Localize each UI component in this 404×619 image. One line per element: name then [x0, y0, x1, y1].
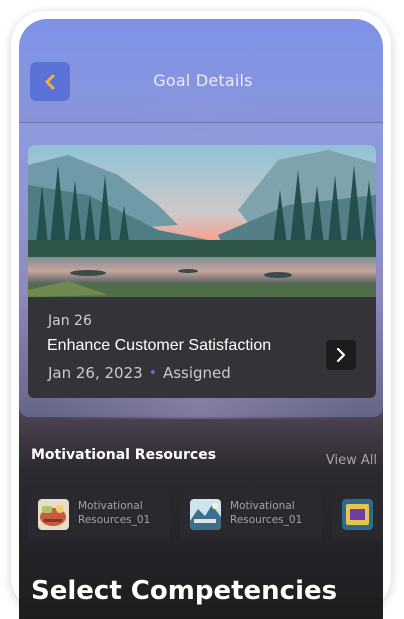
goal-full-date: Jan 26, 2023 [48, 364, 143, 382]
resources-heading: Motivational Resources [31, 447, 217, 463]
competencies-heading: Select Competencies [31, 576, 338, 606]
view-all-link[interactable]: View All [326, 453, 377, 468]
resource-card[interactable] [332, 489, 383, 540]
resource-label: Motivational Resources_01 [230, 500, 303, 526]
resource-card[interactable]: Motivational Resources_01 [28, 489, 170, 540]
app-header: Goal Details [19, 19, 383, 123]
goal-title: Enhance Customer Satisfaction [47, 337, 272, 354]
resource-label: Motivational Resources_01 [78, 500, 151, 526]
resource-card[interactable]: Motivational Resources_01 [180, 489, 322, 540]
chevron-right-icon [336, 347, 346, 363]
resource-thumbnail [38, 499, 69, 530]
phone-frame: Goal Details Jan 26 Enhance Customer Sat… [11, 11, 391, 619]
resource-thumbnail [342, 499, 373, 530]
goal-date: Jan 26 [48, 313, 92, 329]
resources-list: Motivational Resources_01 Motivational R… [28, 489, 383, 541]
goal-status: Assigned [162, 364, 231, 382]
goal-card[interactable]: Jan 26 Enhance Customer Satisfaction Jan… [28, 145, 376, 398]
app-screen: Goal Details Jan 26 Enhance Customer Sat… [19, 19, 383, 619]
status-dot: • [148, 365, 157, 381]
goal-image [28, 145, 376, 297]
goal-meta: Jan 26, 2023 • Assigned [48, 364, 231, 382]
goal-open-button[interactable] [326, 340, 356, 370]
page-title: Goal Details [153, 71, 253, 90]
resource-thumbnail [190, 499, 221, 530]
